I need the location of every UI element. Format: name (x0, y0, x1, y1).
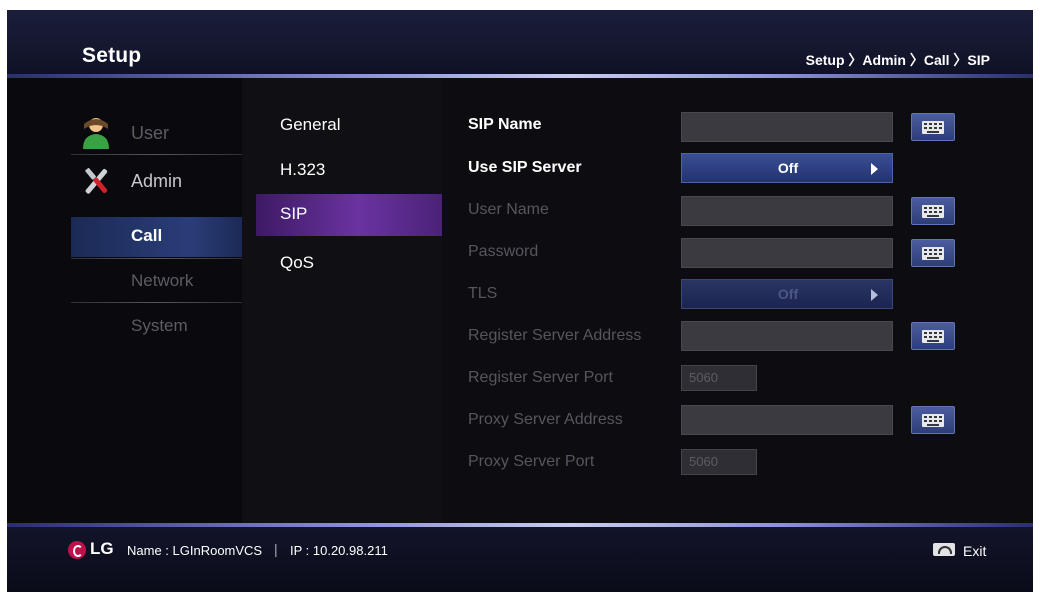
nav-divider (71, 302, 242, 303)
nav-label-call: Call (131, 226, 163, 245)
nav-label-user: User (131, 123, 170, 143)
sip-name-label: SIP Name (468, 116, 542, 133)
page-title: Setup (82, 44, 142, 67)
user-icon (83, 118, 109, 149)
proxy-server-address-field[interactable] (681, 405, 893, 435)
nav-label-system: System (131, 316, 188, 335)
submenu-label-h323: H.323 (280, 160, 326, 179)
device-ip: IP : 10.20.98.211 (290, 543, 388, 558)
register-server-address-label: Register Server Address (468, 327, 642, 344)
keyboard-icon (922, 247, 944, 260)
main-nav: User Admin Call Network System (7, 78, 242, 523)
header-bar: Setup Setup 〉Admin 〉Call 〉SIP (7, 10, 1033, 76)
submenu-item-h323[interactable]: H.323 (256, 150, 442, 192)
exit-icon[interactable] (933, 543, 955, 556)
call-submenu: General H.323 SIP QoS (242, 78, 442, 523)
setup-screen: Setup Setup 〉Admin 〉Call 〉SIP User Admin… (7, 10, 1033, 592)
submenu-label-general: General (280, 115, 341, 134)
register-server-port-value: 5060 (689, 370, 718, 385)
submenu-item-general[interactable]: General (256, 105, 442, 147)
nav-label-network: Network (131, 271, 194, 290)
submenu-label-qos: QoS (280, 253, 315, 272)
user-name-keyboard-button[interactable] (911, 197, 955, 225)
tls-label: TLS (468, 285, 498, 302)
nav-item-admin[interactable]: Admin (71, 162, 242, 202)
keyboard-icon (922, 330, 944, 343)
password-keyboard-button[interactable] (911, 239, 955, 267)
keyboard-icon (922, 121, 944, 134)
tls-value: Off (777, 286, 799, 302)
keyboard-icon (922, 205, 944, 218)
user-name-field[interactable] (681, 196, 893, 226)
user-name-label: User Name (468, 201, 549, 218)
submenu-item-qos[interactable]: QoS (256, 243, 442, 285)
brand-label: LG (90, 539, 114, 558)
proxy-server-port-field[interactable]: 5060 (681, 449, 757, 475)
nav-item-user[interactable]: User (71, 114, 242, 154)
register-server-port-field[interactable]: 5060 (681, 365, 757, 391)
nav-item-network[interactable]: Network (71, 262, 242, 302)
tls-selector[interactable]: Off (681, 279, 893, 309)
arrow-right-icon (871, 163, 878, 175)
nav-divider (71, 154, 242, 155)
proxy-server-port-value: 5060 (689, 454, 718, 469)
password-field[interactable] (681, 238, 893, 268)
nav-item-call[interactable]: Call (71, 217, 242, 257)
nav-divider (71, 258, 242, 259)
password-label: Password (468, 243, 539, 260)
proxy-server-address-label: Proxy Server Address (468, 411, 623, 428)
exit-button[interactable]: Exit (963, 543, 986, 559)
register-server-address-field[interactable] (681, 321, 893, 351)
sip-name-field[interactable] (681, 112, 893, 142)
use-sip-server-selector[interactable]: Off (681, 153, 893, 183)
nav-item-system[interactable]: System (71, 307, 242, 347)
sip-settings-form: SIP Name Use SIP Server Off User Name Pa… (442, 78, 1033, 523)
arrow-right-icon (871, 289, 878, 301)
lg-logo-icon (68, 541, 86, 559)
sip-name-keyboard-button[interactable] (911, 113, 955, 141)
device-name: Name : LGInRoomVCS (127, 543, 263, 558)
submenu-item-sip[interactable]: SIP (256, 194, 442, 236)
status-bar: LG Name : LGInRoomVCS | IP : 10.20.98.21… (7, 527, 1033, 592)
tools-icon (85, 167, 108, 194)
register-server-address-keyboard-button[interactable] (911, 322, 955, 350)
use-sip-server-label: Use SIP Server (468, 159, 582, 176)
register-server-port-label: Register Server Port (468, 369, 613, 386)
proxy-server-address-keyboard-button[interactable] (911, 406, 955, 434)
submenu-label-sip: SIP (280, 204, 308, 223)
proxy-server-port-label: Proxy Server Port (468, 453, 595, 470)
keyboard-icon (922, 414, 944, 427)
nav-label-admin: Admin (131, 171, 183, 191)
use-sip-server-value: Off (777, 160, 799, 176)
breadcrumb: Setup 〉Admin 〉Call 〉SIP (805, 52, 990, 68)
footer-separator: | (274, 541, 278, 557)
